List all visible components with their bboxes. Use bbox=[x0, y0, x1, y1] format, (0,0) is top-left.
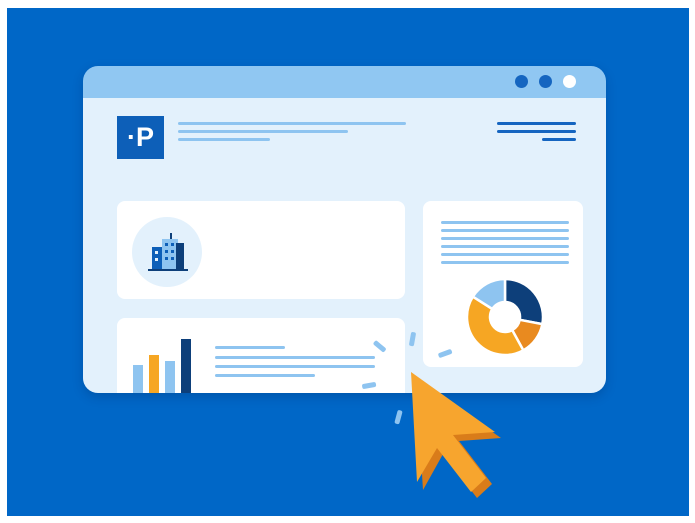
mini-bar-3 bbox=[165, 361, 175, 393]
menu-line[interactable] bbox=[497, 130, 576, 133]
cursor-shadow bbox=[416, 379, 501, 498]
mini-bar-4 bbox=[181, 339, 191, 393]
brand-logo-text: ·P bbox=[127, 122, 154, 152]
header-text-line bbox=[178, 122, 406, 125]
building-icon-badge bbox=[132, 217, 202, 287]
mini-bar-2 bbox=[149, 355, 159, 393]
building-card bbox=[117, 201, 405, 299]
card-text-line bbox=[215, 346, 285, 349]
card-text-line bbox=[441, 221, 569, 224]
window-dot-2[interactable] bbox=[539, 75, 552, 88]
card-text-line bbox=[441, 253, 569, 256]
card-text-line bbox=[215, 356, 375, 359]
window-dot-1[interactable] bbox=[515, 75, 528, 88]
donut-chart-card bbox=[423, 201, 583, 367]
card-text-line bbox=[215, 365, 375, 368]
mini-bar-chart bbox=[133, 330, 203, 393]
bar-chart-card bbox=[117, 318, 405, 393]
card-text-line bbox=[441, 245, 569, 248]
donut-slice-navy bbox=[503, 277, 545, 326]
hero-illustration: ·P bbox=[7, 8, 689, 516]
card-text-line bbox=[441, 237, 569, 240]
card-text-line bbox=[215, 374, 315, 377]
window-titlebar bbox=[83, 66, 606, 98]
browser-window: ·P bbox=[83, 66, 606, 393]
mini-bar-1 bbox=[133, 365, 143, 393]
building-icon bbox=[148, 233, 188, 271]
header-text-line bbox=[178, 130, 348, 133]
card-text-line bbox=[441, 229, 569, 232]
donut-chart bbox=[465, 277, 545, 357]
menu-line[interactable] bbox=[542, 138, 576, 141]
menu-line[interactable] bbox=[497, 122, 576, 125]
window-dot-3[interactable] bbox=[563, 75, 576, 88]
header-text-line bbox=[178, 138, 270, 141]
window-content: ·P bbox=[83, 98, 606, 393]
card-text-line bbox=[441, 261, 569, 264]
brand-logo[interactable]: ·P bbox=[117, 116, 164, 159]
